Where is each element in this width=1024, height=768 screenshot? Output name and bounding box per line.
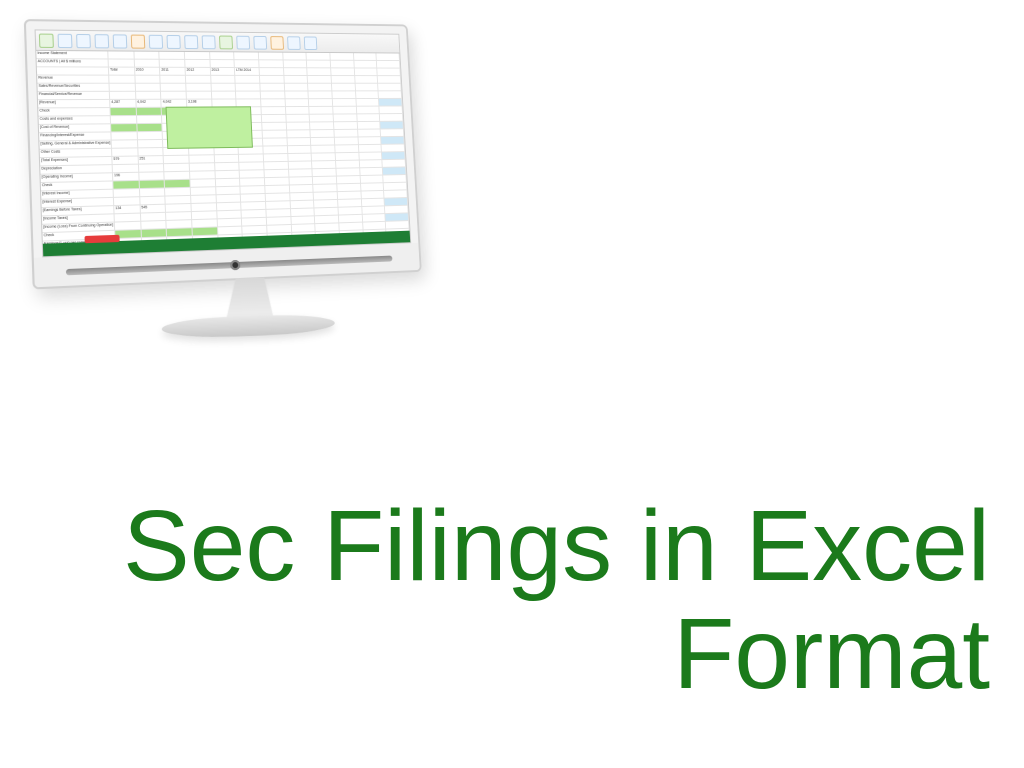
monitor-frame: Income Statement ACCOUNTS | All $ millio… [24,19,422,289]
status-badge [84,235,119,243]
speaker-vent-left [66,259,301,275]
monitor-stand-neck [226,277,274,320]
slide-headline: Sec Filings in Excel Format [123,492,990,708]
speaker-vent-right [281,256,392,267]
monitor-stand-base [162,313,335,339]
cell-tooltip [166,106,253,149]
headline-line-1: Sec Filings in Excel [123,492,990,600]
excel-ribbon [36,30,400,53]
monitor-screen: Income Statement ACCOUNTS | All $ millio… [35,29,412,257]
sheet-subtitle: ACCOUNTS | All $ millions [37,59,109,67]
camera-icon [230,260,240,270]
headline-line-2: Format [123,600,990,708]
spreadsheet-grid: Income Statement ACCOUNTS | All $ millio… [36,51,409,244]
monitor-illustration: Income Statement ACCOUNTS | All $ millio… [30,20,470,400]
